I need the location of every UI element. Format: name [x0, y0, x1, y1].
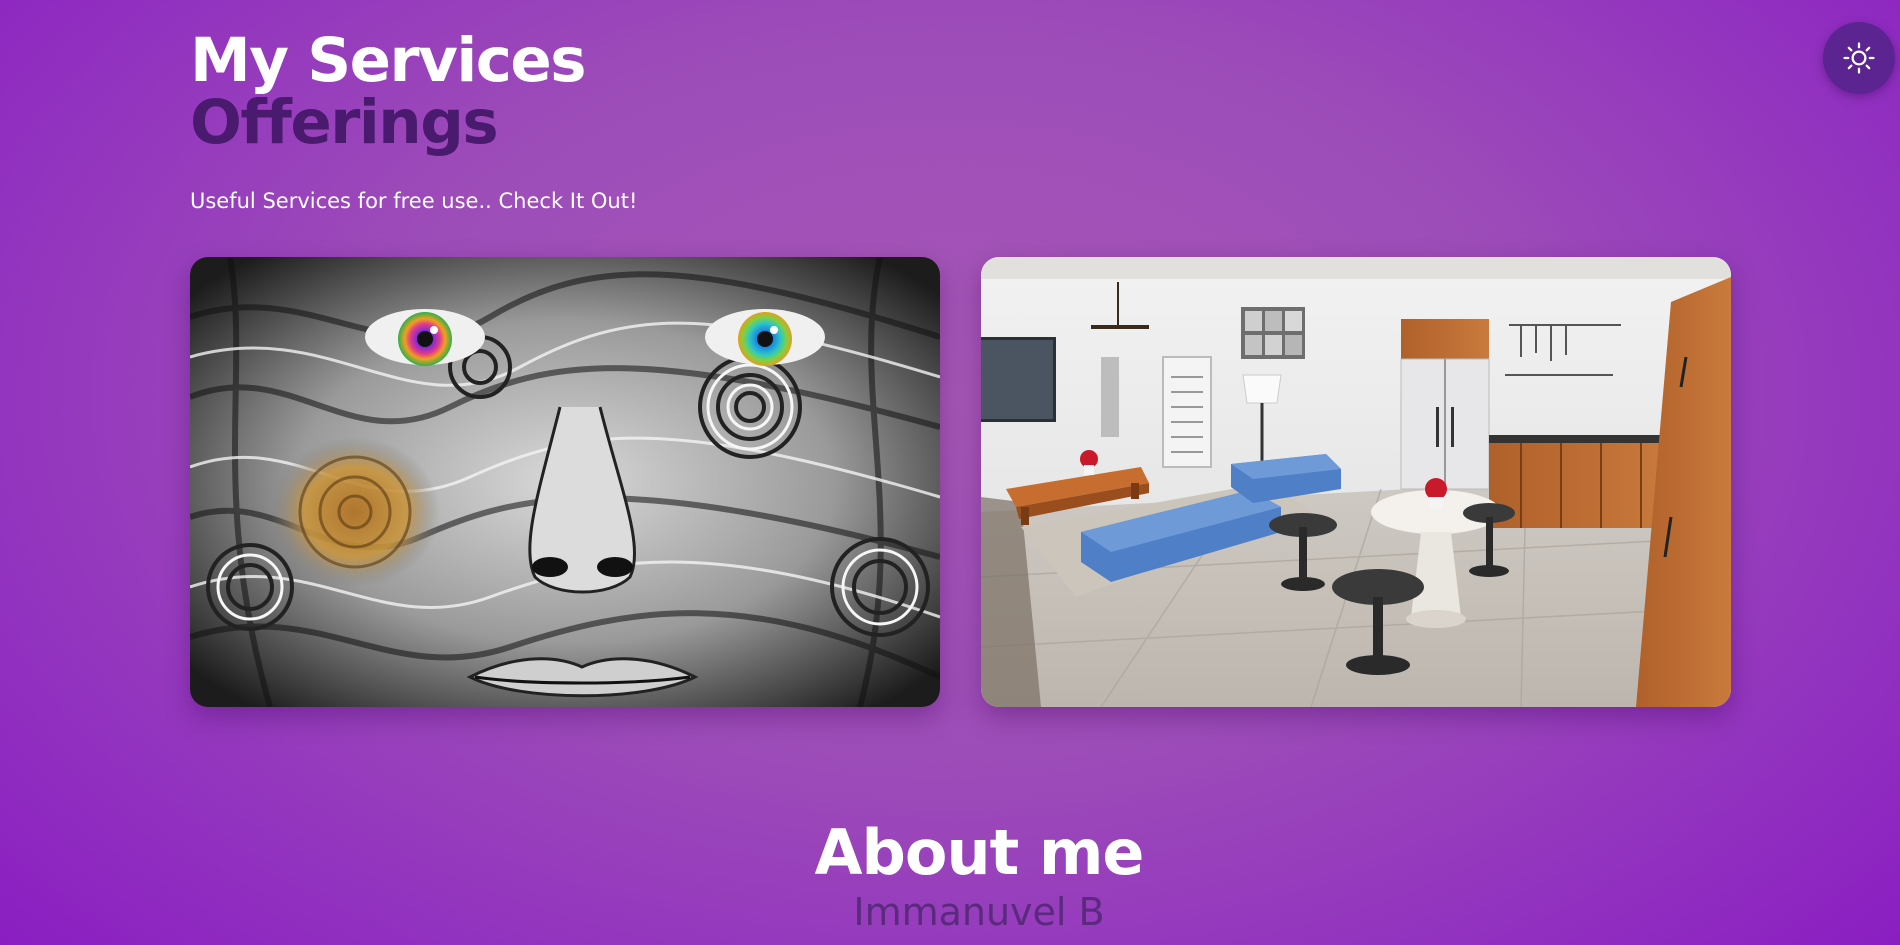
theme-toggle-button[interactable]	[1823, 22, 1895, 94]
services-header: My Services Offerings	[190, 25, 587, 158]
interior-room-render-image	[981, 257, 1731, 707]
services-subtitle: Offerings	[190, 87, 499, 158]
services-title: My Services	[190, 25, 587, 96]
service-card-art[interactable]	[190, 257, 940, 707]
service-card-interior[interactable]	[981, 257, 1731, 707]
about-title: About me	[814, 816, 1145, 889]
swirl-art-face-image	[190, 257, 940, 707]
services-tagline: Useful Services for free use.. Check It …	[190, 189, 638, 213]
about-name: Immanuvel B	[853, 890, 1105, 934]
sun-icon	[1843, 42, 1875, 74]
